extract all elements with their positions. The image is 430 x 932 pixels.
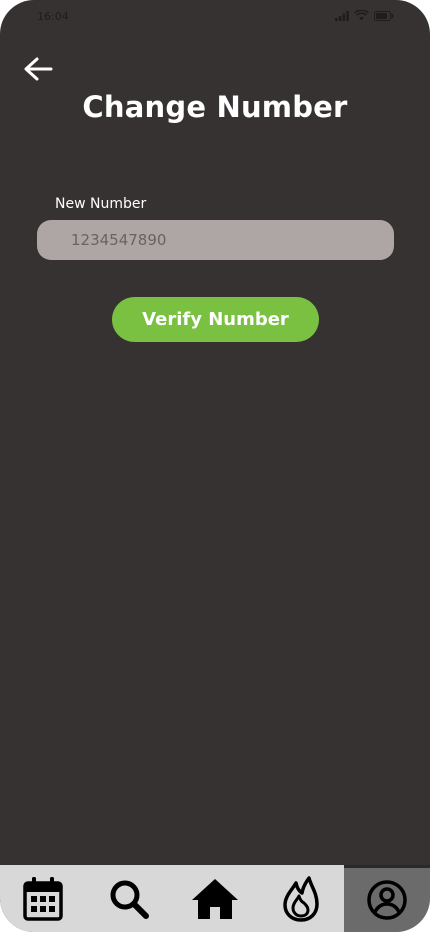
nav-search[interactable] (86, 865, 172, 932)
signal-icon (335, 10, 349, 21)
calendar-icon (23, 876, 63, 921)
nav-trending[interactable] (258, 865, 344, 932)
verify-number-button[interactable]: Verify Number (112, 297, 319, 342)
bottom-nav (0, 865, 430, 932)
status-icons (335, 10, 394, 21)
nav-calendar[interactable] (0, 865, 86, 932)
arrow-left-icon (22, 56, 54, 86)
new-number-label: New Number (55, 196, 147, 212)
new-number-input[interactable] (37, 220, 394, 260)
search-icon (108, 878, 150, 920)
nav-home[interactable] (172, 865, 258, 932)
battery-icon (374, 10, 394, 21)
back-button[interactable] (20, 56, 56, 86)
wifi-icon (354, 10, 369, 21)
page-title: Change Number (82, 90, 348, 124)
phone-screen: 16:04 Change Number New Number 123454789… (0, 0, 430, 932)
profile-icon (366, 879, 408, 921)
status-bar: 16:04 (0, 0, 430, 32)
status-time: 16:04 (37, 10, 69, 23)
nav-profile[interactable] (344, 865, 430, 932)
home-icon (192, 878, 238, 919)
flame-icon (281, 875, 321, 922)
